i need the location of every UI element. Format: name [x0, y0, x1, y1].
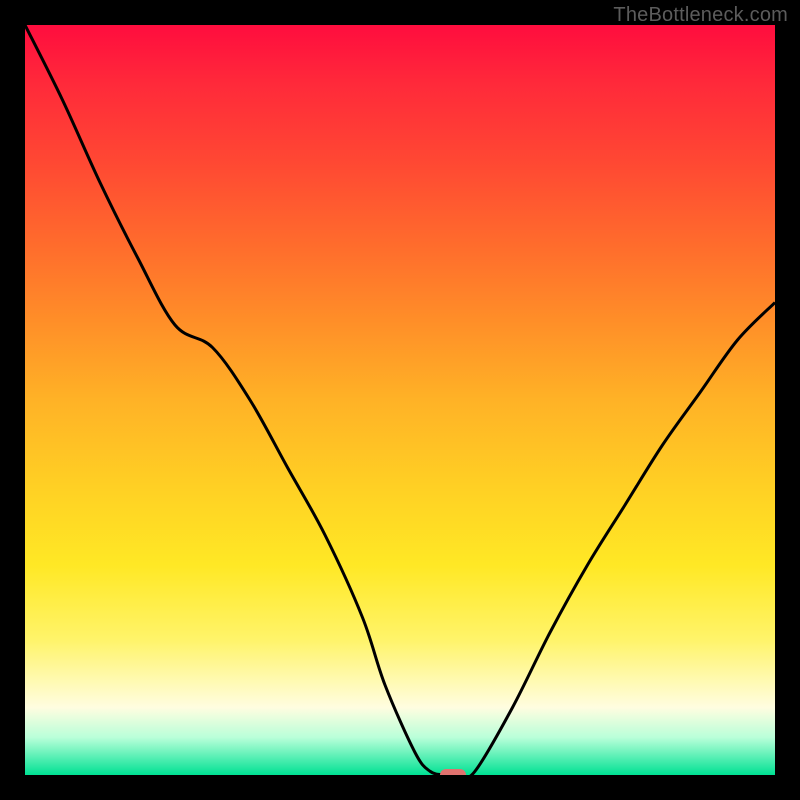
watermark-text: TheBottleneck.com — [613, 4, 788, 27]
chart-frame: TheBottleneck.com — [0, 0, 800, 800]
curve-path — [25, 25, 775, 775]
bottleneck-curve — [25, 25, 775, 775]
plot-area — [25, 25, 775, 775]
optimum-marker — [440, 769, 466, 775]
